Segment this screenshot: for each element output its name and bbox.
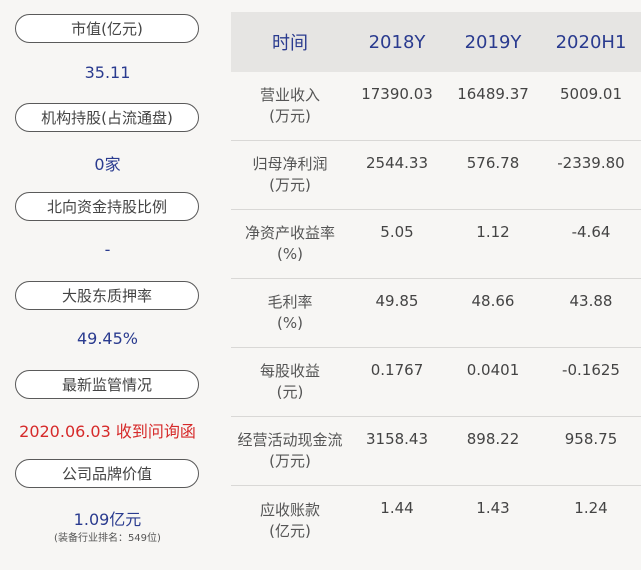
table-row: 应收账款 (亿元) 1.44 1.43 1.24 bbox=[231, 486, 641, 555]
row-label-main: 净资产收益率 bbox=[244, 224, 335, 242]
row-label: 营业收入 (万元) bbox=[231, 85, 349, 127]
key-metrics-panel: 市值(亿元) 35.11 机构持股(占流通盘) 0家 北向资金持股比例 - 大股… bbox=[0, 0, 215, 570]
cell-2019: 48.66 bbox=[471, 292, 515, 310]
cell-2018: 5.05 bbox=[380, 223, 414, 241]
row-label-unit: (%) bbox=[277, 245, 303, 263]
market-cap-value: 35.11 bbox=[84, 63, 131, 82]
row-label: 净资产收益率 (%) bbox=[231, 223, 349, 265]
table-row: 净资产收益率 (%) 5.05 1.12 -4.64 bbox=[231, 210, 641, 279]
market-cap-label: 市值(亿元) bbox=[15, 14, 199, 43]
row-label: 每股收益 (元) bbox=[231, 361, 349, 403]
row-label-unit: (元) bbox=[276, 383, 304, 401]
header-2018: 2018Y bbox=[368, 31, 426, 53]
table-row: 经营活动现金流 (万元) 3158.43 898.22 958.75 bbox=[231, 417, 641, 486]
stock-summary-card: 市值(亿元) 35.11 机构持股(占流通盘) 0家 北向资金持股比例 - 大股… bbox=[0, 0, 641, 570]
table-header: 时间 2018Y 2019Y 2020H1 bbox=[231, 12, 641, 72]
table-row: 营业收入 (万元) 17390.03 16489.37 5009.01 bbox=[231, 72, 641, 141]
cell-2019: 16489.37 bbox=[457, 85, 529, 103]
cell-2019: 0.0401 bbox=[466, 361, 520, 379]
northbound-holding-value: - bbox=[104, 240, 111, 259]
header-2020h1: 2020H1 bbox=[555, 31, 627, 53]
row-label-unit: (万元) bbox=[269, 176, 311, 194]
cell-2020h1: -0.1625 bbox=[562, 361, 620, 379]
cell-2018: 2544.33 bbox=[365, 154, 429, 172]
table-row: 每股收益 (元) 0.1767 0.0401 -0.1625 bbox=[231, 348, 641, 417]
regulatory-status-label: 最新监管情况 bbox=[15, 370, 199, 399]
cell-2019: 576.78 bbox=[466, 154, 520, 172]
cell-2020h1: 1.24 bbox=[574, 499, 608, 517]
row-label: 经营活动现金流 (万元) bbox=[231, 430, 349, 472]
table-row: 毛利率 (%) 49.85 48.66 43.88 bbox=[231, 279, 641, 348]
table-row: 归母净利润 (万元) 2544.33 576.78 -2339.80 bbox=[231, 141, 641, 210]
row-label-main: 归母净利润 bbox=[252, 155, 328, 173]
cell-2018: 1.44 bbox=[380, 499, 414, 517]
pledge-ratio-value: 49.45% bbox=[76, 329, 138, 348]
header-2019: 2019Y bbox=[464, 31, 522, 53]
row-label-main: 毛利率 bbox=[267, 293, 313, 311]
financials-table: 时间 2018Y 2019Y 2020H1 营业收入 (万元) 17390.03… bbox=[231, 12, 641, 555]
pledge-ratio-label: 大股东质押率 bbox=[15, 281, 199, 310]
row-label-unit: (%) bbox=[277, 314, 303, 332]
cell-2020h1: 5009.01 bbox=[559, 85, 623, 103]
brand-value-label: 公司品牌价值 bbox=[15, 459, 199, 488]
cell-2019: 1.12 bbox=[476, 223, 510, 241]
cell-2020h1: -2339.80 bbox=[557, 154, 625, 172]
row-label: 毛利率 (%) bbox=[231, 292, 349, 334]
row-label-main: 每股收益 bbox=[259, 362, 320, 380]
row-label-unit: (万元) bbox=[269, 107, 311, 125]
brand-rank-note: (装备行业排名：549位) bbox=[54, 533, 161, 544]
row-label: 应收账款 (亿元) bbox=[231, 500, 349, 542]
regulatory-status-value: 2020.06.03 收到问询函 bbox=[19, 422, 196, 441]
cell-2019: 1.43 bbox=[476, 499, 510, 517]
cell-2018: 49.85 bbox=[375, 292, 419, 310]
row-label-main: 经营活动现金流 bbox=[237, 431, 343, 449]
institutional-holding-label: 机构持股(占流通盘) bbox=[15, 103, 199, 132]
cell-2018: 0.1767 bbox=[370, 361, 424, 379]
row-label-unit: (亿元) bbox=[269, 521, 311, 540]
brand-value-value: 1.09亿元 bbox=[73, 510, 142, 529]
cell-2019: 898.22 bbox=[466, 430, 520, 448]
row-label: 归母净利润 (万元) bbox=[231, 154, 349, 196]
header-time: 时间 bbox=[272, 33, 308, 54]
row-label-main: 营业收入 bbox=[259, 86, 320, 104]
northbound-holding-label: 北向资金持股比例 bbox=[15, 192, 199, 221]
row-label-main: 应收账款 bbox=[259, 500, 320, 519]
cell-2020h1: -4.64 bbox=[571, 223, 611, 241]
institutional-holding-value: 0家 bbox=[94, 155, 121, 174]
cell-2018: 3158.43 bbox=[365, 430, 429, 448]
cell-2018: 17390.03 bbox=[361, 85, 433, 103]
row-label-unit: (万元) bbox=[269, 452, 311, 470]
cell-2020h1: 958.75 bbox=[564, 430, 618, 448]
cell-2020h1: 43.88 bbox=[569, 292, 613, 310]
